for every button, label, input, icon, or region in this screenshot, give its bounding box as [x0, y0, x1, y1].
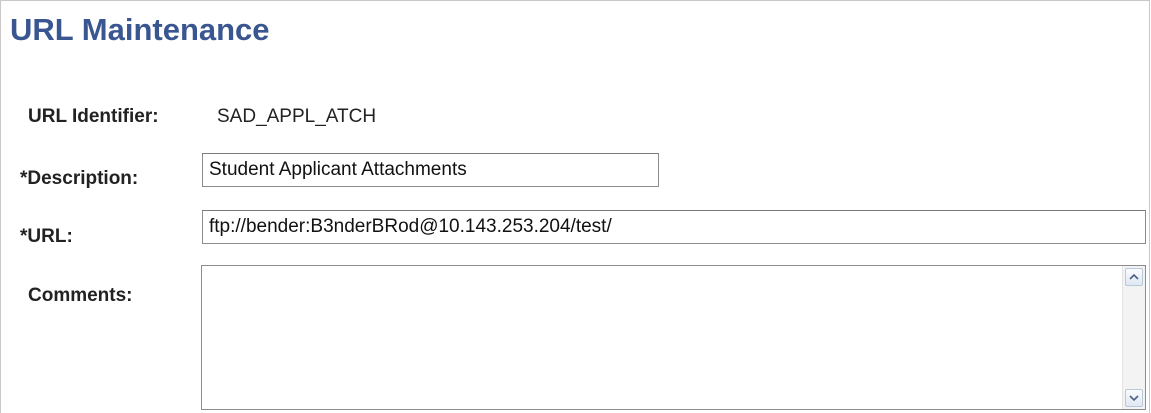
scroll-up-button[interactable]	[1125, 268, 1143, 286]
comments-label: Comments:	[28, 285, 133, 306]
description-label: *Description:	[20, 168, 139, 189]
url-input[interactable]	[202, 210, 1146, 244]
description-input[interactable]	[202, 153, 659, 187]
chevron-up-icon	[1129, 273, 1139, 280]
url-identifier-label: URL Identifier:	[28, 106, 159, 127]
page-title: URL Maintenance	[10, 12, 270, 47]
url-label: *URL:	[20, 226, 73, 247]
scroll-down-button[interactable]	[1125, 389, 1143, 407]
comments-textarea[interactable]	[202, 266, 1123, 409]
comments-field	[201, 265, 1146, 410]
url-identifier-value: SAD_APPL_ATCH	[217, 106, 377, 127]
comments-scrollbar[interactable]	[1122, 266, 1145, 409]
chevron-down-icon	[1129, 395, 1139, 402]
